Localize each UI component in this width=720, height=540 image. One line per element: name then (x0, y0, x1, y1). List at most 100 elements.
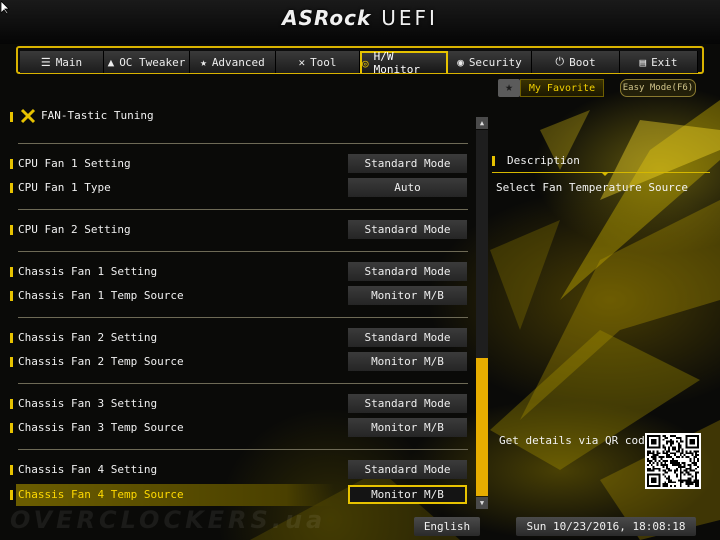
bullet-marker (10, 183, 13, 193)
tab-oc-tweaker[interactable]: ▲ OC Tweaker (104, 51, 190, 73)
bullet-marker (10, 357, 13, 367)
description-title: Description (507, 154, 580, 167)
list-icon: ☰ (40, 55, 51, 69)
setting-row[interactable]: Chassis Fan 3 Setting Standard Mode (0, 393, 470, 415)
setting-value-button[interactable]: Standard Mode (348, 262, 467, 281)
setting-row-selected[interactable]: Chassis Fan 4 Temp Source Monitor M/B (0, 484, 470, 506)
bullet-marker (10, 112, 13, 122)
bullet-marker (10, 490, 13, 500)
setting-value-button[interactable]: Standard Mode (348, 154, 467, 173)
qr-label: Get details via QR code (499, 434, 652, 447)
setting-row[interactable]: Chassis Fan 2 Temp Source Monitor M/B (0, 351, 470, 373)
mouse-cursor-icon (1, 1, 10, 15)
bullet-marker (10, 267, 13, 277)
bullet-marker (10, 225, 13, 235)
date-time-display: Sun 10/23/2016, 18:08:18 (516, 517, 696, 536)
qr-code-icon[interactable] (645, 433, 701, 489)
bullet-marker (10, 333, 13, 343)
brand-text: ASRock (282, 6, 372, 30)
watermark: OVERCLOCKERS.ua (10, 506, 327, 534)
tab-advanced[interactable]: ★ Advanced (190, 51, 276, 73)
setting-label: CPU Fan 2 Setting (18, 223, 131, 236)
tab-label: Exit (651, 55, 678, 69)
setting-row[interactable]: Chassis Fan 4 Setting Standard Mode (0, 459, 470, 481)
setting-row[interactable]: CPU Fan 1 Setting Standard Mode (0, 153, 470, 175)
tab-main[interactable]: ☰ Main (20, 51, 104, 73)
setting-label: Chassis Fan 1 Setting (18, 265, 158, 278)
setting-value-button[interactable]: Standard Mode (348, 328, 467, 347)
setting-label: Chassis Fan 3 Setting (18, 397, 158, 410)
setting-value-button[interactable]: Monitor M/B (348, 485, 467, 504)
setting-label: Chassis Fan 3 Temp Source (18, 421, 184, 434)
tab-label: Boot (569, 55, 596, 69)
setting-label: Chassis Fan 4 Temp Source (18, 488, 184, 501)
power-icon: ⏻ (555, 55, 565, 68)
gauge-icon: ◎ (362, 56, 369, 70)
divider (18, 143, 468, 144)
bullet-marker (492, 156, 495, 166)
my-favorite-button[interactable]: My Favorite (520, 79, 604, 97)
scroll-down-arrow-icon[interactable]: ▼ (476, 497, 488, 509)
tab-label: Tool (310, 55, 337, 69)
divider (18, 317, 468, 318)
setting-label: Chassis Fan 2 Setting (18, 331, 158, 344)
divider (18, 209, 468, 210)
tab-security[interactable]: ◉ Security (448, 51, 532, 73)
bullet-marker (10, 159, 13, 169)
setting-label: Chassis Fan 4 Setting (18, 463, 158, 476)
setting-value-button[interactable]: Monitor M/B (348, 286, 467, 305)
product-text: UEFI (381, 6, 438, 30)
setting-label: CPU Fan 1 Type (18, 181, 111, 194)
main-tabs: ☰ Main ▲ OC Tweaker ★ Advanced ✕ Tool ◎ H/W M… (20, 50, 698, 76)
tab-label: H/W Monitor (373, 50, 420, 76)
divider (18, 383, 468, 384)
scrollbar-thumb[interactable] (476, 358, 488, 496)
bullet-marker (10, 291, 13, 301)
description-header: Description (492, 152, 710, 170)
tab-label: OC Tweaker (119, 55, 186, 69)
setting-label: CPU Fan 1 Setting (18, 157, 131, 170)
setting-row[interactable]: CPU Fan 1 Type Auto (0, 177, 470, 199)
description-text: Select Fan Temperature Source (496, 181, 689, 194)
star-icon: ★ (505, 80, 513, 95)
bullet-marker (10, 423, 13, 433)
setting-value-button[interactable]: Standard Mode (348, 394, 467, 413)
description-pointer-icon (601, 172, 609, 176)
tab-exit[interactable]: ▤ Exit (620, 51, 698, 73)
top-header: ASRock UEFI (0, 0, 720, 44)
setting-row[interactable]: Chassis Fan 1 Temp Source Monitor M/B (0, 285, 470, 307)
divider (18, 251, 468, 252)
setting-row[interactable]: Chassis Fan 3 Temp Source Monitor M/B (0, 417, 470, 439)
star-icon: ★ (200, 55, 207, 69)
setting-value-button[interactable]: Standard Mode (348, 220, 467, 239)
section-title: FAN-Tastic Tuning (41, 109, 154, 122)
setting-label: Chassis Fan 1 Temp Source (18, 289, 184, 302)
setting-value-button[interactable]: Standard Mode (348, 460, 467, 479)
setting-value-button[interactable]: Auto (348, 178, 467, 197)
favorite-star-button[interactable]: ★ (498, 79, 520, 97)
tab-boot[interactable]: ⏻ Boot (532, 51, 620, 73)
setting-row[interactable]: Chassis Fan 1 Setting Standard Mode (0, 261, 470, 283)
setting-row[interactable]: Chassis Fan 2 Setting Standard Mode (0, 327, 470, 349)
tab-label: Main (55, 55, 83, 69)
rocket-icon: ▲ (107, 55, 115, 69)
tab-label: Advanced (211, 55, 265, 69)
language-button[interactable]: English (414, 517, 480, 536)
tab-label: Security (468, 55, 522, 69)
scroll-up-arrow-icon[interactable]: ▲ (476, 117, 488, 129)
bullet-marker (10, 399, 13, 409)
asrock-uefi-logo: ASRock UEFI (0, 6, 720, 30)
fan-tuning-tools-icon (20, 108, 36, 124)
setting-value-button[interactable]: Monitor M/B (348, 418, 467, 437)
tab-hw-monitor[interactable]: ◎ H/W Monitor (360, 50, 448, 76)
setting-value-button[interactable]: Monitor M/B (348, 352, 467, 371)
bullet-marker (10, 465, 13, 475)
shield-icon: ◉ (457, 55, 464, 69)
tab-tool[interactable]: ✕ Tool (276, 51, 360, 73)
setting-row[interactable]: CPU Fan 2 Setting Standard Mode (0, 219, 470, 241)
divider (18, 449, 468, 450)
wrench-icon: ✕ (298, 55, 306, 69)
exit-door-icon: ▤ (639, 55, 647, 69)
easy-mode-button[interactable]: Easy Mode(F6) (620, 79, 696, 97)
setting-label: Chassis Fan 2 Temp Source (18, 355, 184, 368)
